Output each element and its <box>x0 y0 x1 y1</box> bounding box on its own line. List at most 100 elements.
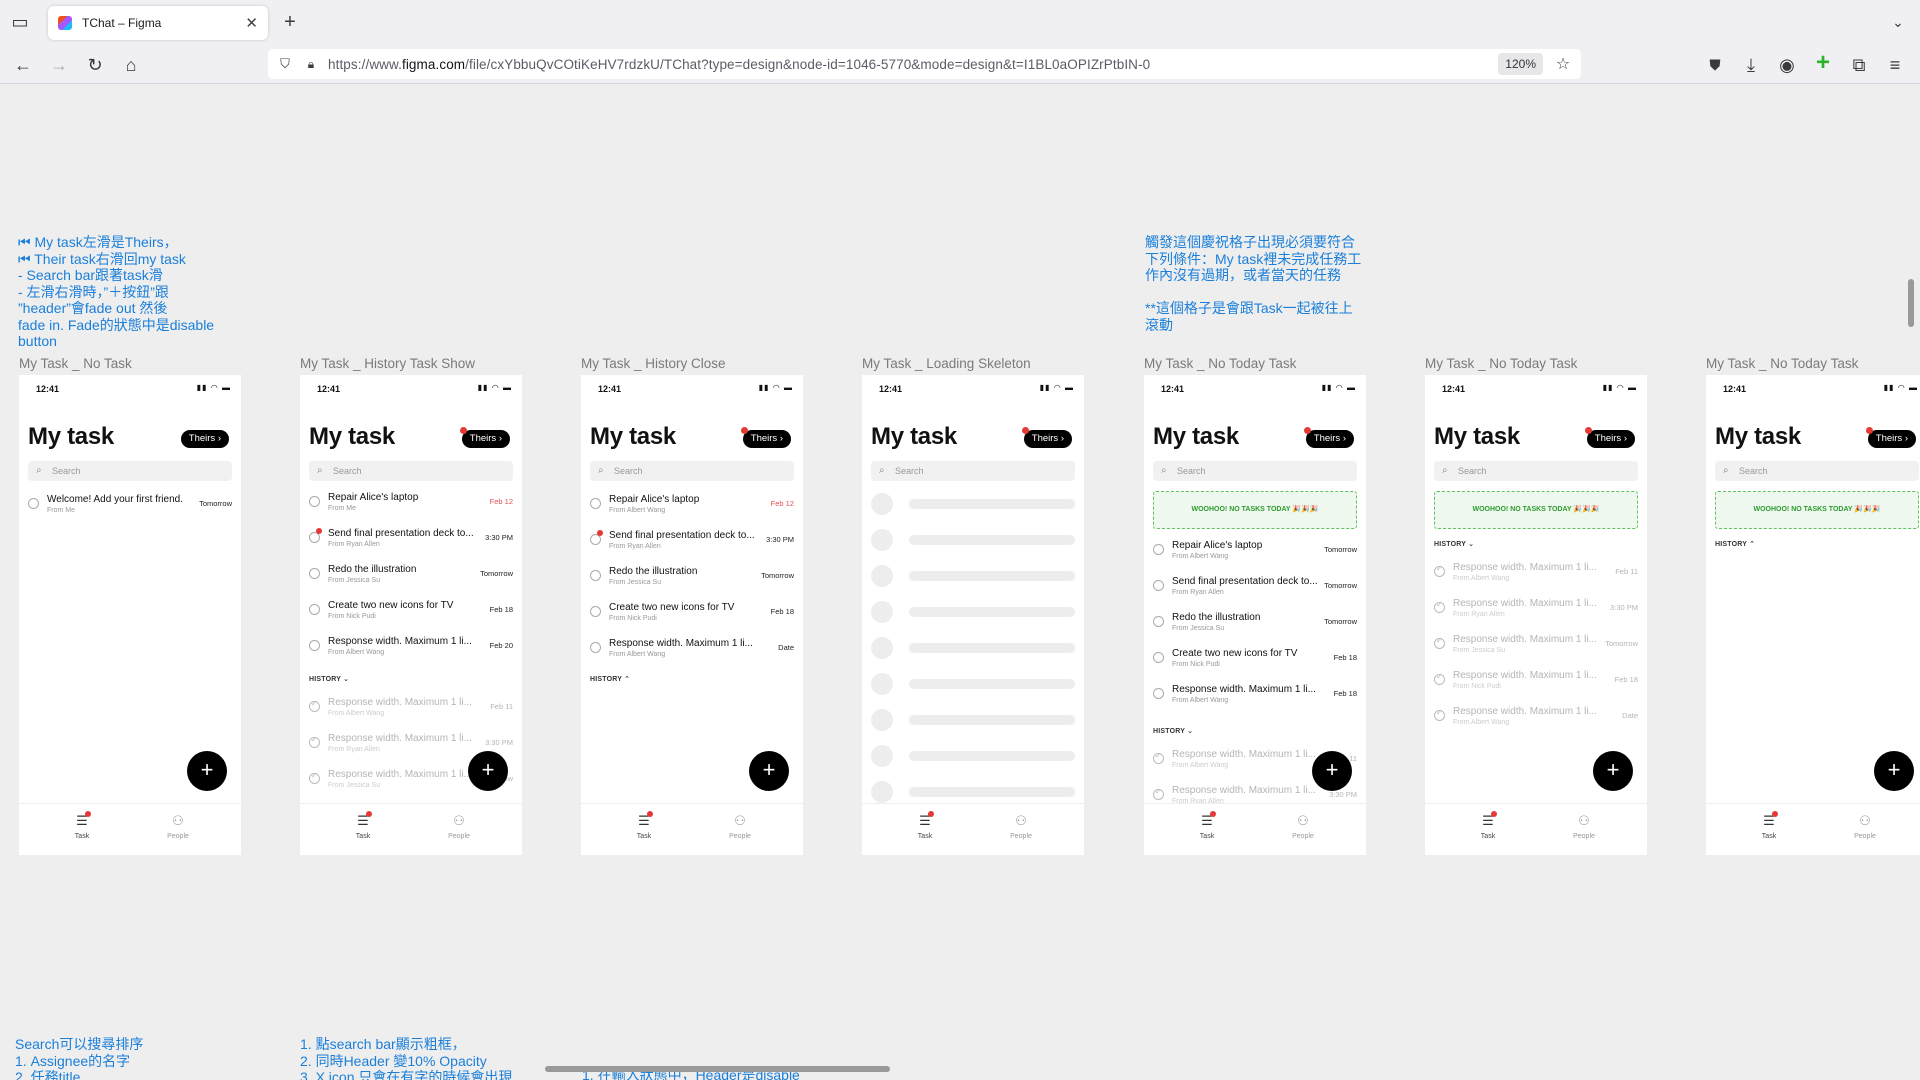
history-toggle[interactable]: HISTORY ⌄ <box>1434 540 1474 548</box>
tab-people[interactable]: ⚇ People <box>710 812 770 840</box>
tab-people[interactable]: ⚇ People <box>1273 812 1333 840</box>
theirs-button[interactable]: Theirs › <box>1021 427 1072 448</box>
tab-task[interactable]: ☰ Task <box>52 811 112 840</box>
task-row[interactable]: Create two new icons for TV From Nick Pud… <box>309 598 513 626</box>
menu-icon[interactable]: ≡ <box>1884 54 1906 76</box>
search-input[interactable]: ⌕ Search <box>871 461 1075 481</box>
tab-task[interactable]: ☰ Task <box>614 811 674 840</box>
search-input[interactable]: ⌕ Search <box>1434 461 1638 481</box>
task-checkbox[interactable] <box>309 568 320 579</box>
theirs-button[interactable]: Theirs › <box>1303 427 1354 448</box>
tab-list-icon[interactable]: ▭ <box>8 12 32 32</box>
task-checkbox[interactable] <box>1153 652 1164 663</box>
reload-icon[interactable]: ↻ <box>84 54 106 76</box>
task-checkbox[interactable] <box>590 642 601 653</box>
task-row[interactable]: Response width. Maximum 1 li... From Albe… <box>1153 682 1357 710</box>
task-checkbox[interactable] <box>1153 544 1164 555</box>
task-row[interactable]: Create two new icons for TV From Nick Pud… <box>1153 646 1357 674</box>
tab-task[interactable]: ☰ Task <box>1177 811 1237 840</box>
task-checkbox[interactable] <box>590 570 601 581</box>
completed-checkbox-icon[interactable] <box>1434 708 1445 721</box>
new-tab-icon[interactable]: + <box>280 11 300 33</box>
history-toggle[interactable]: HISTORY ⌄ <box>309 675 349 683</box>
completed-checkbox-icon[interactable] <box>1153 751 1164 764</box>
task-checkbox[interactable] <box>1153 688 1164 699</box>
task-checkbox[interactable] <box>28 498 39 509</box>
task-row[interactable]: Send final presentation deck to... From R… <box>309 526 513 554</box>
task-row[interactable]: Redo the illustration From Jessica Su Tomo… <box>309 562 513 590</box>
theirs-button[interactable]: Theirs › <box>459 427 510 448</box>
phone-frame[interactable]: 12:41 ▮▮ ◠ ▬ My task Theirs › ⌕ Search WOOHOO!… <box>1706 375 1920 855</box>
chevron-down-icon[interactable]: ⌄ <box>1888 12 1908 32</box>
forward-icon[interactable]: → <box>48 54 70 76</box>
phone-frame[interactable]: 12:41 ▮▮ ◠ ▬ My task Theirs › ⌕ Search WOOHOO!… <box>1144 375 1366 855</box>
completed-checkbox-icon[interactable] <box>1434 672 1445 685</box>
task-row[interactable]: Response width. Maximum 1 li... From Jess… <box>1434 632 1638 660</box>
browser-tab[interactable]: TChat – Figma ✕ <box>48 6 268 40</box>
lock-icon[interactable]: 🔒︎ <box>302 55 320 73</box>
phone-frame[interactable]: 12:41 ▮▮ ◠ ▬ My task Theirs › ⌕ Search ☰ Task ⚇ P… <box>862 375 1084 855</box>
history-toggle[interactable]: HISTORY ⌄ <box>1153 727 1193 735</box>
tab-people[interactable]: ⚇ People <box>148 812 208 840</box>
task-row[interactable]: Response width. Maximum 1 li... From Ryan… <box>1434 596 1638 624</box>
phone-frame[interactable]: 12:41 ▮▮ ◠ ▬ My task Theirs › ⌕ Search WOOHOO!… <box>1425 375 1647 855</box>
back-icon[interactable]: ← <box>12 54 34 76</box>
home-icon[interactable]: ⌂ <box>120 54 142 76</box>
search-input[interactable]: ⌕ Search <box>309 461 513 481</box>
task-checkbox[interactable] <box>1153 616 1164 627</box>
completed-checkbox-icon[interactable] <box>309 771 320 784</box>
history-toggle[interactable]: HISTORY ⌃ <box>1715 540 1755 548</box>
url-text[interactable]: https://www.figma.com/file/cxYbbuQvCOtiK… <box>328 57 1150 72</box>
add-task-button[interactable]: + <box>1593 751 1633 791</box>
shield-icon[interactable]: ⛉ <box>276 55 294 73</box>
tab-task[interactable]: ☰ Task <box>1739 811 1799 840</box>
search-input[interactable]: ⌕ Search <box>1715 461 1919 481</box>
close-tab-icon[interactable]: ✕ <box>245 14 258 32</box>
task-row[interactable]: Repair Alice's laptop From Albert Wang Tom… <box>1153 538 1357 566</box>
add-task-button[interactable]: + <box>1874 751 1914 791</box>
tab-people[interactable]: ⚇ People <box>991 812 1051 840</box>
tab-people[interactable]: ⚇ People <box>1554 812 1614 840</box>
task-row[interactable]: Repair Alice's laptop From Albert Wang Feb… <box>590 492 794 520</box>
download-icon[interactable]: ⤓ <box>1740 54 1762 76</box>
completed-checkbox-icon[interactable] <box>309 735 320 748</box>
task-row[interactable]: Response width. Maximum 1 li... From Albe… <box>1434 560 1638 588</box>
task-row[interactable]: Create two new icons for TV From Nick Pud… <box>590 600 794 628</box>
add-task-button[interactable]: + <box>1312 751 1352 791</box>
phone-frame[interactable]: 12:41 ▮▮ ◠ ▬ My task Theirs › ⌕ Search Welcome… <box>19 375 241 855</box>
add-task-button[interactable]: + <box>187 751 227 791</box>
task-row[interactable]: Response width. Maximum 1 li... From Albe… <box>590 636 794 664</box>
task-row[interactable]: Response width. Maximum 1 li... From Albe… <box>309 695 513 723</box>
search-input[interactable]: ⌕ Search <box>590 461 794 481</box>
theirs-button[interactable]: Theirs › <box>180 430 229 448</box>
completed-checkbox-icon[interactable] <box>1434 600 1445 613</box>
tab-task[interactable]: ☰ Task <box>895 811 955 840</box>
pocket-icon[interactable]: ⛊ <box>1704 54 1726 76</box>
task-checkbox[interactable] <box>309 640 320 651</box>
task-row[interactable]: Repair Alice's laptop From Me Feb 12 <box>309 490 513 518</box>
completed-checkbox-icon[interactable] <box>309 699 320 712</box>
task-checkbox[interactable] <box>590 606 601 617</box>
tab-task[interactable]: ☰ Task <box>333 811 393 840</box>
theirs-button[interactable]: Theirs › <box>1865 427 1916 448</box>
completed-checkbox-icon[interactable] <box>1434 564 1445 577</box>
theirs-button[interactable]: Theirs › <box>740 427 791 448</box>
task-row[interactable]: Response width. Maximum 1 li... From Albe… <box>1434 704 1638 732</box>
completed-checkbox-icon[interactable] <box>1434 636 1445 649</box>
task-row[interactable]: Response width. Maximum 1 li... From Nick… <box>1434 668 1638 696</box>
tab-task[interactable]: ☰ Task <box>1458 811 1518 840</box>
history-toggle[interactable]: HISTORY ⌃ <box>590 675 630 683</box>
search-input[interactable]: ⌕ Search <box>28 461 232 481</box>
zoom-level[interactable]: 120% <box>1498 53 1543 75</box>
phone-frame[interactable]: 12:41 ▮▮ ◠ ▬ My task Theirs › ⌕ Search Repair … <box>300 375 522 855</box>
search-input[interactable]: ⌕ Search <box>1153 461 1357 481</box>
address-bar[interactable]: ⛉ 🔒︎ https://www.figma.com/file/cxYbbuQv… <box>268 49 1581 79</box>
horizontal-scrollbar[interactable] <box>545 1066 890 1072</box>
task-checkbox[interactable] <box>1153 580 1164 591</box>
task-checkbox[interactable] <box>309 496 320 507</box>
task-checkbox[interactable] <box>309 604 320 615</box>
bookmark-star-icon[interactable]: ☆ <box>1553 54 1573 74</box>
task-row[interactable]: Redo the illustration From Jessica Su Tomo… <box>1153 610 1357 638</box>
tab-people[interactable]: ⚇ People <box>1835 812 1895 840</box>
theirs-button[interactable]: Theirs › <box>1584 427 1635 448</box>
